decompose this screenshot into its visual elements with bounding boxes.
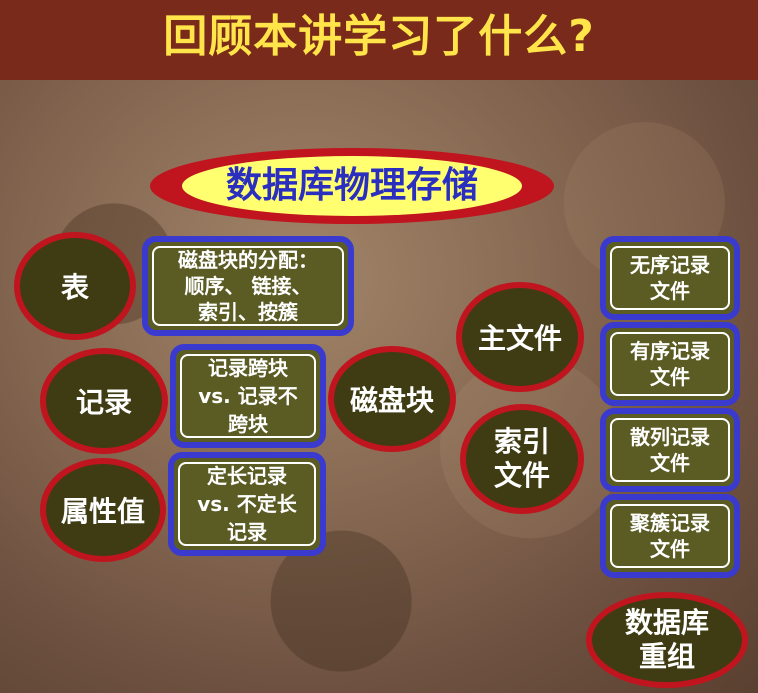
box-fixed-length: 定长记录 vs. 不定长 记录	[168, 452, 326, 556]
box-hashed-file-label: 散列记录 文件	[630, 425, 710, 475]
box-block-allocation-label: 磁盘块的分配： 顺序、 链接、 索引、按簇	[178, 248, 318, 324]
node-disk-block: 磁盘块	[328, 346, 456, 452]
box-unordered-file: 无序记录 文件	[600, 236, 740, 320]
node-record: 记录	[40, 348, 168, 454]
box-unordered-file-label: 无序记录 文件	[630, 253, 710, 303]
node-table: 表	[14, 232, 136, 340]
box-clustered-file-label: 聚簇记录 文件	[630, 511, 710, 561]
node-record-label: 记录	[75, 386, 132, 419]
node-main-file: 主文件	[456, 282, 584, 392]
box-ordered-file-label: 有序记录 文件	[630, 339, 710, 389]
box-ordered-file: 有序记录 文件	[600, 322, 740, 406]
box-fixed-length-label: 定长记录 vs. 不定长 记录	[197, 464, 297, 544]
node-index-file-label: 索引 文件	[493, 425, 550, 492]
node-attribute-label: 属性值	[60, 495, 145, 528]
header-bar: 回顾本讲学习了什么?	[0, 0, 758, 80]
page-title: 回顾本讲学习了什么?	[163, 11, 595, 62]
node-index-file: 索引 文件	[460, 404, 584, 514]
box-record-span-label: 记录跨块 vs. 记录不 跨块	[198, 356, 298, 436]
box-block-allocation: 磁盘块的分配： 顺序、 链接、 索引、按簇	[142, 236, 354, 336]
node-table-label: 表	[60, 271, 89, 304]
node-db-reorg-label: 数据库 重组	[624, 606, 709, 673]
box-clustered-file: 聚簇记录 文件	[600, 494, 740, 578]
node-disk-block-label: 磁盘块	[349, 384, 434, 417]
node-db-reorg: 数据库 重组	[586, 592, 748, 688]
box-hashed-file: 散列记录 文件	[600, 408, 740, 492]
box-record-span: 记录跨块 vs. 记录不 跨块	[170, 344, 326, 448]
node-attribute: 属性值	[40, 458, 166, 562]
node-main-file-label: 主文件	[477, 322, 562, 355]
main-topic-label: 数据库物理存储	[182, 156, 522, 216]
